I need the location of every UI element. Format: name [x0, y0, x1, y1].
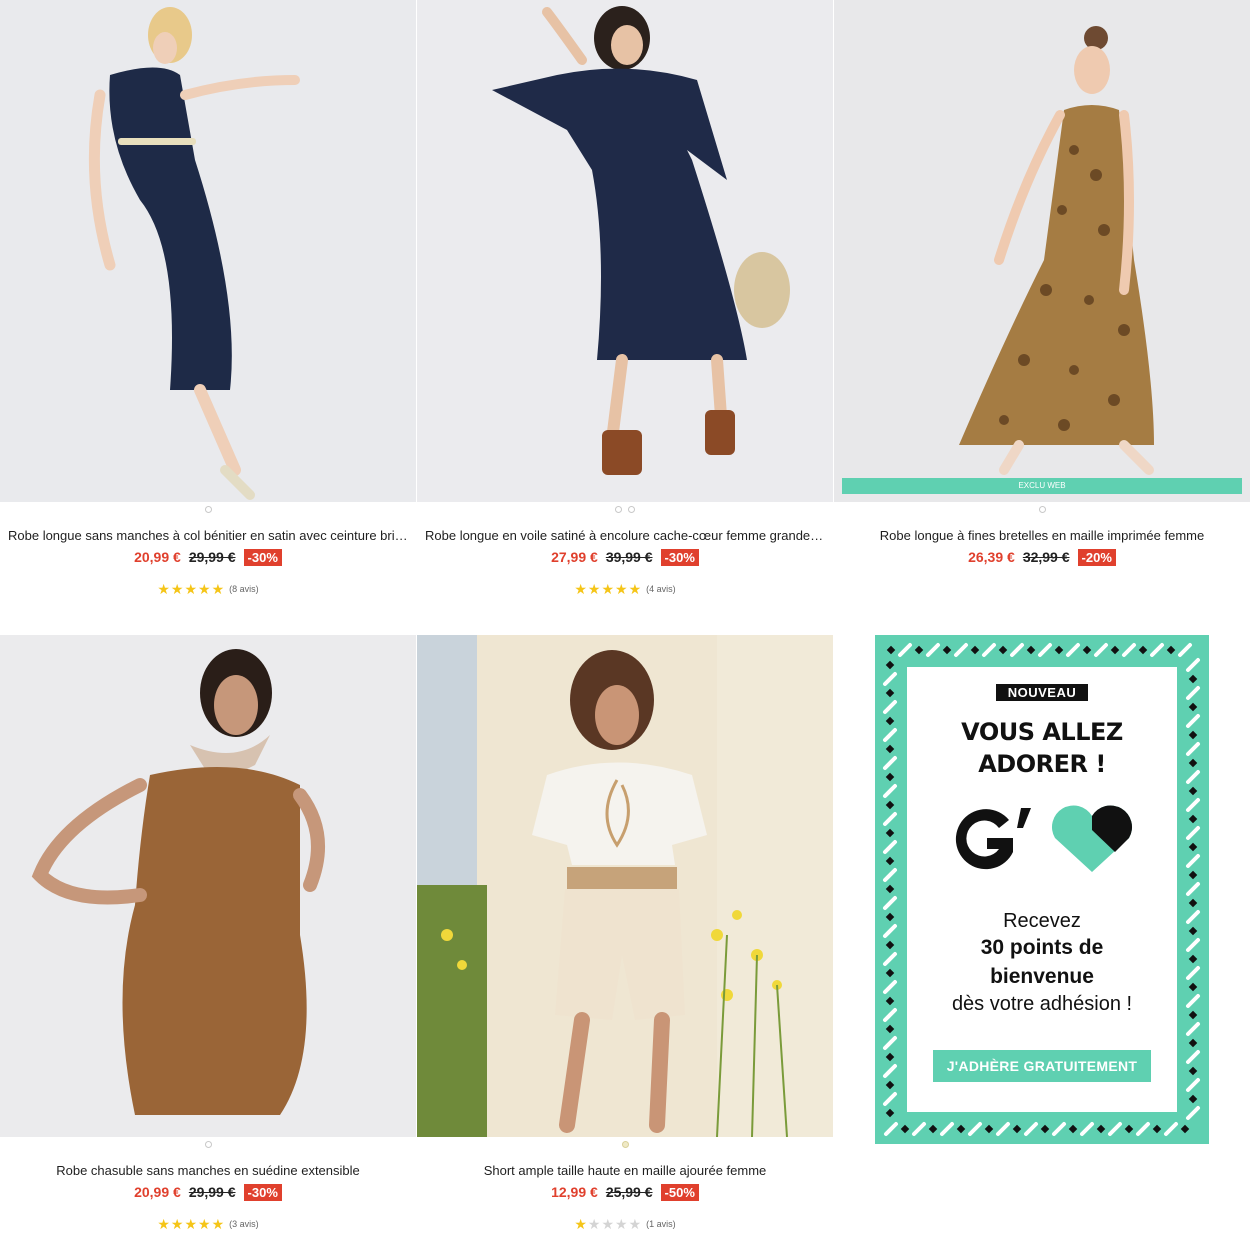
review-count: (4 avis) — [646, 584, 676, 594]
original-price: 25,99 € — [605, 1184, 653, 1200]
product-title[interactable]: Short ample taille haute en maille ajour… — [417, 1163, 833, 1178]
model-photo — [0, 0, 416, 502]
discount-badge: -50% — [660, 1183, 699, 1201]
join-free-button[interactable]: J'ADHÈRE GRATUITEMENT — [932, 1050, 1152, 1082]
review-count: (3 avis) — [229, 1219, 259, 1229]
product-title[interactable]: Robe chasuble sans manches en suédine ex… — [0, 1163, 416, 1178]
product-image[interactable] — [417, 0, 833, 502]
new-badge: NOUVEAU — [995, 684, 1089, 701]
price-row: 20,99 € 29,99 € -30% — [0, 547, 416, 567]
star-rating-icon: ★★★★★ — [157, 1215, 226, 1232]
pagination-dot[interactable] — [204, 505, 212, 513]
current-price: 12,99 € — [551, 1184, 598, 1200]
promo-headline: VOUS ALLEZ ADORER ! — [907, 716, 1177, 780]
discount-badge: -30% — [243, 1183, 282, 1201]
model-photo — [417, 635, 833, 1137]
original-price: 32,99 € — [1022, 549, 1070, 565]
star-rating-icon: ★★★★★ — [574, 1215, 643, 1232]
rating[interactable]: ★★★★★ (4 avis) — [417, 581, 833, 597]
price-row: 20,99 € 29,99 € -30% — [0, 1182, 416, 1202]
image-pagination[interactable] — [0, 1137, 416, 1151]
promo-points: 30 points de — [980, 936, 1104, 959]
discount-badge: -20% — [1077, 548, 1116, 566]
product-card[interactable]: EXCLU WEB Robe longue à fines bretelles … — [834, 0, 1250, 567]
product-title[interactable]: Robe longue en voile satiné à encolure c… — [417, 528, 833, 543]
model-photo — [417, 0, 833, 502]
promo-content: NOUVEAU VOUS ALLEZ ADORER ! Recevez 30 p… — [907, 667, 1177, 1112]
image-pagination[interactable] — [834, 502, 1250, 516]
image-pagination[interactable] — [0, 502, 416, 516]
pagination-dot[interactable] — [204, 1140, 212, 1148]
exclusive-web-badge: EXCLU WEB — [842, 478, 1242, 494]
star-rating-icon: ★★★★★ — [157, 580, 226, 597]
original-price: 29,99 € — [188, 1184, 236, 1200]
product-title[interactable]: Robe longue sans manches à col bénitier … — [0, 528, 416, 543]
product-image[interactable] — [0, 0, 416, 502]
model-photo — [834, 0, 1250, 502]
price-row: 27,99 € 39,99 € -30% — [417, 547, 833, 567]
promo-text: Recevez — [1003, 910, 1081, 932]
product-card[interactable]: Robe chasuble sans manches en suédine ex… — [0, 635, 416, 1232]
rating[interactable]: ★★★★★ (3 avis) — [0, 1216, 416, 1232]
promo-points: bienvenue — [990, 965, 1094, 988]
price-row: 12,99 € 25,99 € -50% — [417, 1182, 833, 1202]
headline-line: ADORER ! — [978, 750, 1106, 778]
pagination-dot[interactable] — [628, 505, 635, 513]
pagination-dot[interactable] — [621, 1140, 629, 1148]
pagination-dot[interactable] — [615, 505, 622, 513]
pagination-dot[interactable] — [1038, 505, 1046, 513]
product-title[interactable]: Robe longue à fines bretelles en maille … — [834, 528, 1250, 543]
review-count: (1 avis) — [646, 1219, 676, 1229]
model-photo — [0, 635, 416, 1137]
original-price: 29,99 € — [188, 549, 236, 565]
headline-line: VOUS ALLEZ — [961, 718, 1123, 746]
image-pagination[interactable] — [417, 502, 833, 516]
review-count: (8 avis) — [229, 584, 259, 594]
product-image[interactable] — [417, 635, 833, 1137]
rating[interactable]: ★★★★★ (1 avis) — [417, 1216, 833, 1232]
product-card[interactable]: Robe longue en voile satiné à encolure c… — [417, 0, 833, 597]
product-card[interactable]: Robe longue sans manches à col bénitier … — [0, 0, 416, 597]
discount-badge: -30% — [660, 548, 699, 566]
product-card[interactable]: Short ample taille haute en maille ajour… — [417, 635, 833, 1232]
discount-badge: -30% — [243, 548, 282, 566]
current-price: 26,39 € — [968, 549, 1015, 565]
price-row: 26,39 € 32,99 € -20% — [834, 547, 1250, 567]
current-price: 20,99 € — [134, 1184, 181, 1200]
original-price: 39,99 € — [605, 549, 653, 565]
current-price: 27,99 € — [551, 549, 598, 565]
promo-text: dès votre adhésion ! — [951, 993, 1133, 1015]
product-image[interactable]: EXCLU WEB — [834, 0, 1250, 502]
loyalty-promo-banner[interactable]: NOUVEAU VOUS ALLEZ ADORER ! Recevez 30 p… — [875, 635, 1209, 1144]
image-pagination[interactable] — [417, 1137, 833, 1151]
star-rating-icon: ★★★★★ — [574, 580, 643, 597]
current-price: 20,99 € — [134, 549, 181, 565]
rating[interactable]: ★★★★★ (8 avis) — [0, 581, 416, 597]
g-heart-logo-icon — [907, 802, 1177, 876]
product-image[interactable] — [0, 635, 416, 1137]
